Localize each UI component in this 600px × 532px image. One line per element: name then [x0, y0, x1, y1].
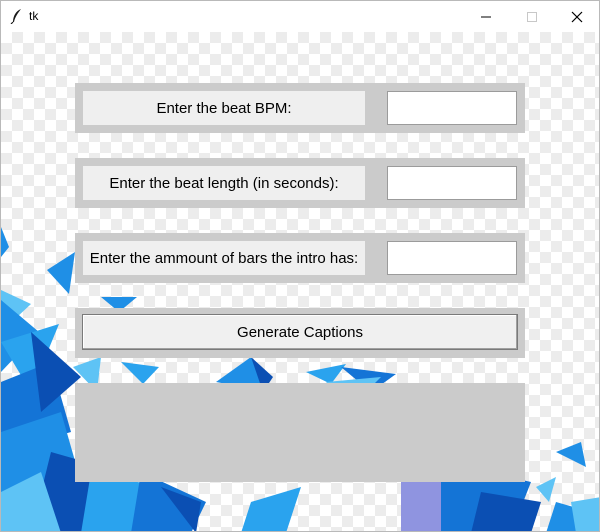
length-input[interactable] [387, 166, 517, 200]
bars-input[interactable] [387, 241, 517, 275]
window-title: tk [29, 9, 39, 23]
close-button[interactable] [554, 1, 599, 32]
client-area: Enter the beat BPM: Enter the beat lengt… [1, 32, 599, 531]
minimize-button[interactable] [463, 1, 509, 32]
length-row-frame: Enter the beat length (in seconds): [75, 158, 525, 208]
maximize-icon [527, 11, 537, 22]
output-area[interactable] [75, 383, 525, 482]
bars-row-frame: Enter the ammount of bars the intro has: [75, 233, 525, 283]
bpm-input[interactable] [387, 91, 517, 125]
bpm-label: Enter the beat BPM: [83, 91, 365, 125]
generate-captions-button[interactable]: Generate Captions [82, 314, 518, 350]
feather-icon [10, 9, 21, 24]
close-icon [571, 11, 583, 22]
bars-label: Enter the ammount of bars the intro has: [83, 241, 365, 275]
title-bar[interactable]: tk [1, 1, 599, 32]
maximize-button[interactable] [509, 1, 555, 32]
app-window: tk Enter the beat BPM: Enter the beat le… [0, 0, 600, 532]
minimize-icon [481, 16, 491, 17]
bpm-row-frame: Enter the beat BPM: [75, 83, 525, 133]
length-label: Enter the beat length (in seconds): [83, 166, 365, 200]
